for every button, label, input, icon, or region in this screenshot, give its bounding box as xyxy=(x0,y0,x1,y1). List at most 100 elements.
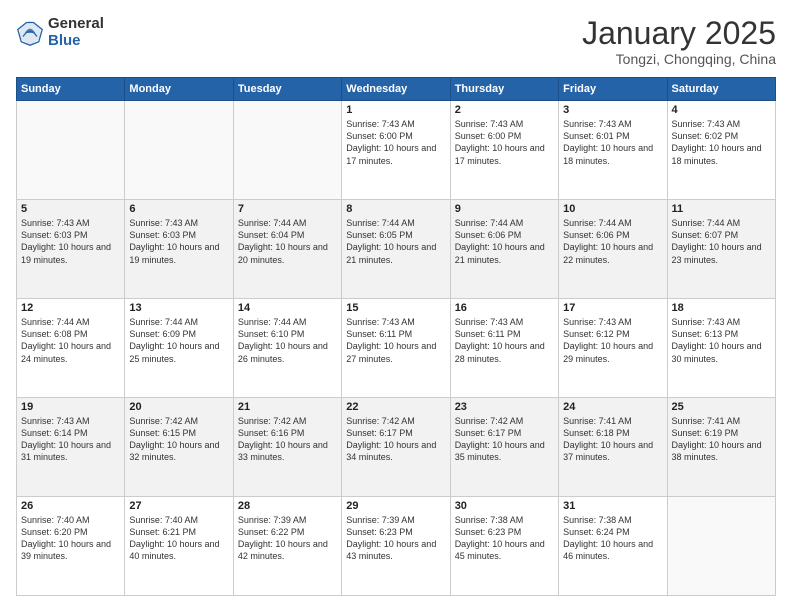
day-number: 8 xyxy=(346,203,445,215)
column-header-monday: Monday xyxy=(125,78,233,101)
month-title: January 2025 xyxy=(582,16,776,51)
day-number: 2 xyxy=(455,104,554,116)
day-number: 12 xyxy=(21,302,120,314)
cell-text: Sunrise: 7:40 AM Sunset: 6:21 PM Dayligh… xyxy=(129,514,228,563)
cell-text: Sunrise: 7:43 AM Sunset: 6:12 PM Dayligh… xyxy=(563,316,662,365)
logo: General Blue xyxy=(16,16,104,49)
calendar-cell: 8 Sunrise: 7:44 AM Sunset: 6:05 PM Daylig… xyxy=(342,200,450,299)
calendar-cell: 29 Sunrise: 7:39 AM Sunset: 6:23 PM Dayli… xyxy=(342,497,450,596)
logo-icon xyxy=(16,19,44,47)
week-row-1: 1 Sunrise: 7:43 AM Sunset: 6:00 PM Daylig… xyxy=(17,101,776,200)
calendar-header-row: SundayMondayTuesdayWednesdayThursdayFrid… xyxy=(17,78,776,101)
cell-text: Sunrise: 7:43 AM Sunset: 6:11 PM Dayligh… xyxy=(346,316,445,365)
calendar-cell: 12 Sunrise: 7:44 AM Sunset: 6:08 PM Dayli… xyxy=(17,299,125,398)
cell-text: Sunrise: 7:44 AM Sunset: 6:04 PM Dayligh… xyxy=(238,217,337,266)
cell-text: Sunrise: 7:44 AM Sunset: 6:05 PM Dayligh… xyxy=(346,217,445,266)
calendar-cell xyxy=(667,497,775,596)
calendar-cell: 16Sunrise: 7:43 AM Sunset: 6:11 PM Dayli… xyxy=(450,299,558,398)
day-number: 9 xyxy=(455,203,554,215)
day-number: 15 xyxy=(346,302,445,314)
cell-text: Sunrise: 7:44 AM Sunset: 6:09 PM Dayligh… xyxy=(129,316,228,365)
day-number: 17 xyxy=(563,302,662,314)
day-number: 20 xyxy=(129,401,228,413)
day-number: 21 xyxy=(238,401,337,413)
day-number: 19 xyxy=(21,401,120,413)
cell-text: Sunrise: 7:44 AM Sunset: 6:07 PM Dayligh… xyxy=(672,217,771,266)
column-header-thursday: Thursday xyxy=(450,78,558,101)
day-number: 6 xyxy=(129,203,228,215)
cell-text: Sunrise: 7:43 AM Sunset: 6:01 PM Dayligh… xyxy=(563,118,662,167)
logo-blue: Blue xyxy=(48,33,104,50)
week-row-2: 5 Sunrise: 7:43 AM Sunset: 6:03 PM Daylig… xyxy=(17,200,776,299)
day-number: 14 xyxy=(238,302,337,314)
calendar-cell xyxy=(233,101,341,200)
calendar-cell: 10 Sunrise: 7:44 AM Sunset: 6:06 PM Dayli… xyxy=(559,200,667,299)
cell-text: Sunrise: 7:44 AM Sunset: 6:10 PM Dayligh… xyxy=(238,316,337,365)
cell-text: Sunrise: 7:43 AM Sunset: 6:00 PM Dayligh… xyxy=(455,118,554,167)
day-number: 28 xyxy=(238,500,337,512)
day-number: 30 xyxy=(455,500,554,512)
cell-text: Sunrise: 7:38 AM Sunset: 6:24 PM Dayligh… xyxy=(563,514,662,563)
cell-text: Sunrise: 7:42 AM Sunset: 6:17 PM Dayligh… xyxy=(455,415,554,464)
logo-general: General xyxy=(48,16,104,33)
week-row-4: 19 Sunrise: 7:43 AM Sunset: 6:14 PM Dayli… xyxy=(17,398,776,497)
cell-text: Sunrise: 7:42 AM Sunset: 6:16 PM Dayligh… xyxy=(238,415,337,464)
calendar-cell xyxy=(125,101,233,200)
day-number: 10 xyxy=(563,203,662,215)
cell-text: Sunrise: 7:39 AM Sunset: 6:23 PM Dayligh… xyxy=(346,514,445,563)
day-number: 1 xyxy=(346,104,445,116)
calendar-cell: 19 Sunrise: 7:43 AM Sunset: 6:14 PM Dayli… xyxy=(17,398,125,497)
day-number: 29 xyxy=(346,500,445,512)
calendar-cell: 5 Sunrise: 7:43 AM Sunset: 6:03 PM Daylig… xyxy=(17,200,125,299)
calendar-cell: 13Sunrise: 7:44 AM Sunset: 6:09 PM Dayli… xyxy=(125,299,233,398)
day-number: 24 xyxy=(563,401,662,413)
day-number: 3 xyxy=(563,104,662,116)
day-number: 23 xyxy=(455,401,554,413)
day-number: 18 xyxy=(672,302,771,314)
cell-text: Sunrise: 7:42 AM Sunset: 6:17 PM Dayligh… xyxy=(346,415,445,464)
calendar-cell xyxy=(17,101,125,200)
column-header-friday: Friday xyxy=(559,78,667,101)
calendar-cell: 1Sunrise: 7:43 AM Sunset: 6:00 PM Daylig… xyxy=(342,101,450,200)
cell-text: Sunrise: 7:44 AM Sunset: 6:06 PM Dayligh… xyxy=(563,217,662,266)
calendar-cell: 20 Sunrise: 7:42 AM Sunset: 6:15 PM Dayli… xyxy=(125,398,233,497)
calendar-cell: 6Sunrise: 7:43 AM Sunset: 6:03 PM Daylig… xyxy=(125,200,233,299)
calendar-cell: 11Sunrise: 7:44 AM Sunset: 6:07 PM Dayli… xyxy=(667,200,775,299)
cell-text: Sunrise: 7:43 AM Sunset: 6:03 PM Dayligh… xyxy=(21,217,120,266)
week-row-3: 12 Sunrise: 7:44 AM Sunset: 6:08 PM Dayli… xyxy=(17,299,776,398)
cell-text: Sunrise: 7:43 AM Sunset: 6:14 PM Dayligh… xyxy=(21,415,120,464)
column-header-tuesday: Tuesday xyxy=(233,78,341,101)
cell-text: Sunrise: 7:42 AM Sunset: 6:15 PM Dayligh… xyxy=(129,415,228,464)
calendar-cell: 30 Sunrise: 7:38 AM Sunset: 6:23 PM Dayli… xyxy=(450,497,558,596)
calendar-cell: 22Sunrise: 7:42 AM Sunset: 6:17 PM Dayli… xyxy=(342,398,450,497)
page: General Blue January 2025 Tongzi, Chongq… xyxy=(0,0,792,612)
week-row-5: 26 Sunrise: 7:40 AM Sunset: 6:20 PM Dayli… xyxy=(17,497,776,596)
cell-text: Sunrise: 7:44 AM Sunset: 6:08 PM Dayligh… xyxy=(21,316,120,365)
calendar-cell: 3 Sunrise: 7:43 AM Sunset: 6:01 PM Daylig… xyxy=(559,101,667,200)
day-number: 26 xyxy=(21,500,120,512)
calendar-cell: 17 Sunrise: 7:43 AM Sunset: 6:12 PM Dayli… xyxy=(559,299,667,398)
day-number: 4 xyxy=(672,104,771,116)
location: Tongzi, Chongqing, China xyxy=(582,51,776,67)
calendar-cell: 27Sunrise: 7:40 AM Sunset: 6:21 PM Dayli… xyxy=(125,497,233,596)
title-area: January 2025 Tongzi, Chongqing, China xyxy=(582,16,776,67)
calendar-cell: 23 Sunrise: 7:42 AM Sunset: 6:17 PM Dayli… xyxy=(450,398,558,497)
calendar-cell: 28 Sunrise: 7:39 AM Sunset: 6:22 PM Dayli… xyxy=(233,497,341,596)
day-number: 7 xyxy=(238,203,337,215)
cell-text: Sunrise: 7:43 AM Sunset: 6:02 PM Dayligh… xyxy=(672,118,771,167)
column-header-wednesday: Wednesday xyxy=(342,78,450,101)
column-header-saturday: Saturday xyxy=(667,78,775,101)
day-number: 5 xyxy=(21,203,120,215)
cell-text: Sunrise: 7:39 AM Sunset: 6:22 PM Dayligh… xyxy=(238,514,337,563)
cell-text: Sunrise: 7:40 AM Sunset: 6:20 PM Dayligh… xyxy=(21,514,120,563)
column-header-sunday: Sunday xyxy=(17,78,125,101)
cell-text: Sunrise: 7:43 AM Sunset: 6:11 PM Dayligh… xyxy=(455,316,554,365)
cell-text: Sunrise: 7:38 AM Sunset: 6:23 PM Dayligh… xyxy=(455,514,554,563)
calendar-cell: 15 Sunrise: 7:43 AM Sunset: 6:11 PM Dayli… xyxy=(342,299,450,398)
calendar: SundayMondayTuesdayWednesdayThursdayFrid… xyxy=(16,77,776,596)
calendar-cell: 4 Sunrise: 7:43 AM Sunset: 6:02 PM Daylig… xyxy=(667,101,775,200)
calendar-cell: 21 Sunrise: 7:42 AM Sunset: 6:16 PM Dayli… xyxy=(233,398,341,497)
calendar-cell: 31Sunrise: 7:38 AM Sunset: 6:24 PM Dayli… xyxy=(559,497,667,596)
cell-text: Sunrise: 7:41 AM Sunset: 6:19 PM Dayligh… xyxy=(672,415,771,464)
calendar-cell: 18Sunrise: 7:43 AM Sunset: 6:13 PM Dayli… xyxy=(667,299,775,398)
